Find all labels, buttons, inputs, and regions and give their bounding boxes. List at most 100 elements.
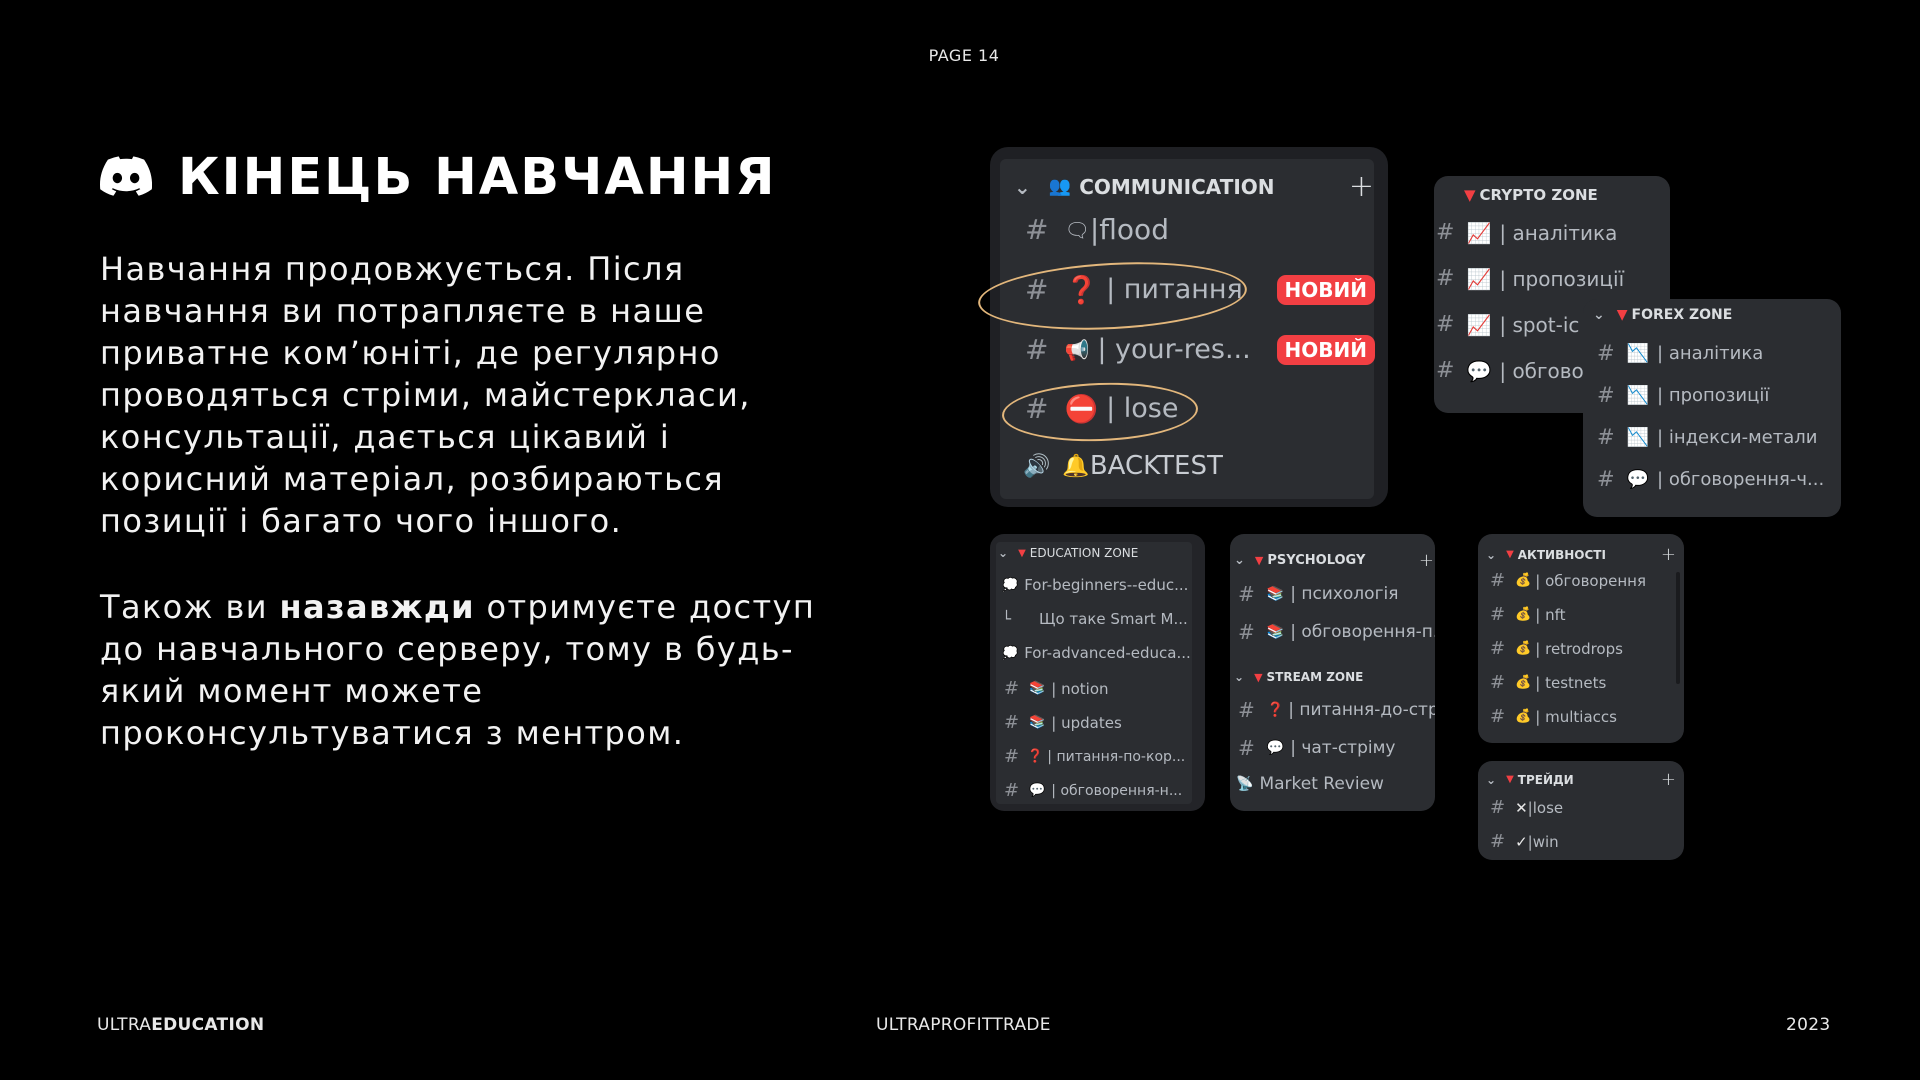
channel-your-results[interactable]: # 📢 | your-res... НОВИЙ <box>1025 333 1375 366</box>
hash-icon: # <box>1490 706 1506 727</box>
channel-discussion[interactable]: # 💬 | обговорення-ч... <box>1597 467 1824 491</box>
books-icon: 📚 <box>1029 681 1046 696</box>
channel-name: Що таке Smart M... <box>1039 610 1188 628</box>
education-zone-panel: ⌄ ▼ EDUCATION ZONE 💭 For-beginners--educ… <box>990 534 1205 811</box>
footer-year: 2023 <box>1786 1015 1831 1035</box>
add-channel-icon[interactable]: + <box>1419 550 1434 571</box>
activity-category[interactable]: ⌄ ▼ АКТИВНОСТІ + <box>1486 544 1676 565</box>
people-icon: 👥 <box>1048 176 1072 197</box>
money-bag-icon: 💰 <box>1515 573 1532 588</box>
communication-category[interactable]: ⌄ 👥 COMMUNICATION + <box>1014 169 1374 204</box>
channel-course-questions[interactable]: # ❓ | питання-по-кор... <box>1004 746 1185 767</box>
channel-proposals[interactable]: # 📉 | пропозиції <box>1597 383 1769 407</box>
add-channel-icon[interactable]: + <box>1349 169 1374 204</box>
hash-icon: # <box>1597 383 1615 407</box>
hash-icon: # <box>1025 333 1049 366</box>
bell-icon: 🔔 <box>1062 453 1090 479</box>
channel-psych-discussion[interactable]: # 📚 | обговорення-п... <box>1238 620 1435 644</box>
hash-icon: # <box>1597 467 1615 491</box>
forum-beginners[interactable]: 💭 For-beginners--educ... <box>1002 576 1188 594</box>
slide-title: КІНЕЦЬ НАВЧАННЯ <box>100 148 776 207</box>
speech-bubble-icon: 💬 <box>1029 783 1046 798</box>
check-icon: ✓ <box>1515 832 1528 851</box>
channel-analytics[interactable]: # 📈 | аналітика <box>1436 220 1617 245</box>
footer-brand-a: ULTRA <box>97 1015 152 1035</box>
hash-icon: # <box>1436 220 1455 245</box>
voice-channel-backtest[interactable]: 🔊 🔔 BACKTEST <box>1023 451 1223 481</box>
forex-category[interactable]: ⌄ ▼ FOREX ZONE <box>1593 307 1732 323</box>
chevron-down-icon: ⌄ <box>1234 553 1245 568</box>
p2-start: Також ви <box>100 588 280 626</box>
chart-up-icon: 📈 <box>1466 312 1492 337</box>
channel-stream-chat[interactable]: # 💬 | чат-стріму <box>1238 736 1395 760</box>
channel-trades-win[interactable]: # ✓ |win <box>1490 831 1559 852</box>
category-label: STREAM ZONE <box>1266 670 1364 684</box>
money-bag-icon: 💰 <box>1515 641 1532 656</box>
channel-nft[interactable]: # 💰 | nft <box>1490 604 1566 625</box>
channel-analytics[interactable]: # 📉 | аналітика <box>1597 341 1763 365</box>
stage-market-review[interactable]: 📡 Market Review <box>1236 774 1384 794</box>
chart-up-icon: 📈 <box>1466 266 1492 291</box>
channel-indices[interactable]: # 📉 | індекси-метали <box>1597 425 1817 449</box>
channel-name: | обговорення-п... <box>1290 622 1435 642</box>
speaker-icon: 🔊 <box>1023 453 1051 479</box>
channel-discussion[interactable]: # 💬 | обговорення-н... <box>1004 780 1182 801</box>
crypto-category[interactable]: ▼ CRYPTO ZONE <box>1464 186 1598 204</box>
channel-testnets[interactable]: # 💰 | testnets <box>1490 672 1606 693</box>
channel-stream-questions[interactable]: # ❓ | питання-до-стрі... <box>1238 698 1435 722</box>
channel-name: | обгово <box>1499 358 1584 383</box>
psychology-category[interactable]: ⌄ ▼ PSYCHOLOGY + <box>1234 550 1434 571</box>
channel-name: | spot-ic <box>1499 312 1580 337</box>
channel-psychology[interactable]: # 📚 | психологія <box>1238 582 1398 606</box>
hash-icon: # <box>1490 604 1506 625</box>
channel-name: | your-res... <box>1097 334 1251 365</box>
channel-name: | індекси-метали <box>1657 426 1818 448</box>
body-paragraph-2: Також ви назавжди отримуєте доступ до на… <box>100 586 820 754</box>
forex-zone-panel: ⌄ ▼ FOREX ZONE # 📉 | аналітика # 📉 | про… <box>1583 299 1841 517</box>
chevron-down-icon: ⌄ <box>1234 670 1245 684</box>
channel-spot[interactable]: # 📈 | spot-ic <box>1436 312 1579 337</box>
channel-updates[interactable]: # 📚 | updates <box>1004 712 1122 733</box>
hash-icon: # <box>1004 746 1020 767</box>
channel-retrodrops[interactable]: # 💰 | retrodrops <box>1490 638 1623 659</box>
speech-bubble-icon: 💬 <box>1626 468 1650 490</box>
forum-advanced[interactable]: 💭 For-advanced-educa... <box>1002 644 1191 662</box>
hash-icon: # <box>1004 712 1020 733</box>
add-channel-icon[interactable]: + <box>1661 769 1676 790</box>
thread-smart-money[interactable]: └ Що таке Smart M... <box>1002 610 1188 628</box>
hash-icon: # <box>1025 213 1049 246</box>
hash-icon: # <box>1004 678 1020 699</box>
hash-icon: # <box>1597 425 1615 449</box>
channel-name: | питання-по-кор... <box>1047 748 1186 765</box>
hash-icon: # <box>1436 312 1455 337</box>
channel-multiaccs[interactable]: # 💰 | multiaccs <box>1490 706 1617 727</box>
channel-name: | аналітика <box>1657 342 1764 364</box>
add-channel-icon[interactable]: + <box>1661 544 1676 565</box>
chevron-down-icon: ⌄ <box>1486 547 1497 562</box>
category-label: АКТИВНОСТІ <box>1517 547 1606 562</box>
channel-discussion[interactable]: # 💬 | обгово <box>1436 358 1584 383</box>
money-bag-icon: 💰 <box>1515 709 1532 724</box>
trades-category[interactable]: ⌄ ▼ ТРЕЙДИ + <box>1486 769 1676 790</box>
channel-name: Market Review <box>1259 774 1384 794</box>
hash-icon: # <box>1490 638 1506 659</box>
category-label: ТРЕЙДИ <box>1517 772 1574 787</box>
hash-icon: # <box>1238 582 1255 606</box>
new-badge: НОВИЙ <box>1276 334 1375 365</box>
channel-trades-lose[interactable]: # ✕ |lose <box>1490 797 1563 818</box>
scrollbar[interactable] <box>1676 572 1680 684</box>
hash-icon: # <box>1436 358 1455 383</box>
books-icon: 📚 <box>1266 624 1285 640</box>
channel-name: | аналітика <box>1499 220 1618 245</box>
stream-category[interactable]: ⌄ ▼ STREAM ZONE <box>1234 670 1363 684</box>
channel-proposals[interactable]: # 📈 | пропозиції <box>1436 266 1624 291</box>
hash-icon: # <box>1490 672 1506 693</box>
hash-icon: # <box>1490 831 1506 852</box>
channel-flood[interactable]: # 🗨 |flood <box>1025 213 1169 246</box>
speech-icon: 🗨 <box>1064 217 1090 242</box>
channel-discussion[interactable]: # 💰 | обговорення <box>1490 570 1646 591</box>
channel-name: | психологія <box>1290 584 1399 604</box>
channel-notion[interactable]: # 📚 | notion <box>1004 678 1109 699</box>
education-category[interactable]: ⌄ ▼ EDUCATION ZONE <box>998 546 1138 560</box>
red-triangle-icon: ▼ <box>1018 547 1026 559</box>
